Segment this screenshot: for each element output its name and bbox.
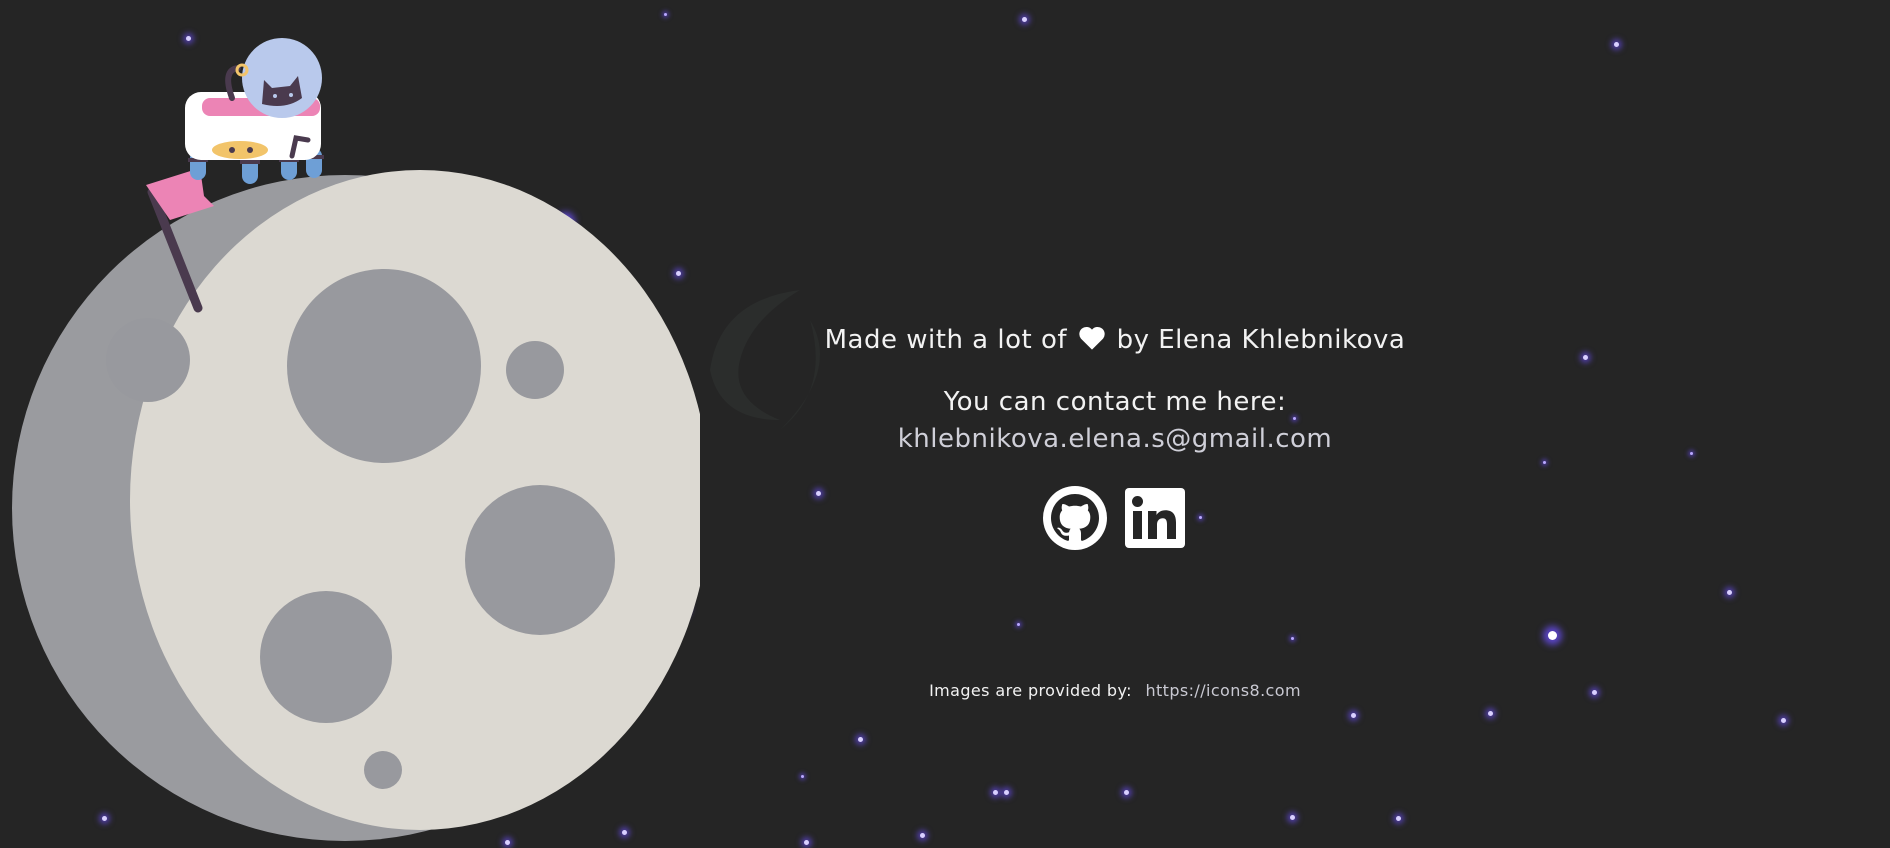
- star: [858, 737, 863, 742]
- linkedin-icon: [1125, 488, 1185, 548]
- star: [1290, 815, 1295, 820]
- star: [1781, 718, 1786, 723]
- star: [1488, 711, 1493, 716]
- star: [801, 775, 804, 778]
- image-credits: Images are provided by: https://icons8.c…: [780, 681, 1450, 700]
- star: [1022, 17, 1027, 22]
- star: [1583, 355, 1588, 360]
- star: [1548, 631, 1557, 640]
- star: [1592, 690, 1597, 695]
- github-link[interactable]: [1042, 485, 1108, 551]
- credits-link[interactable]: https://icons8.com: [1145, 681, 1301, 700]
- star: [1543, 461, 1546, 464]
- moon-cat-astronaut-illustration: [12, 38, 700, 841]
- credits-label: Images are provided by:: [929, 681, 1132, 700]
- star: [1614, 42, 1619, 47]
- star: [993, 790, 998, 795]
- github-icon: [1043, 486, 1107, 550]
- made-with-prefix: Made with a lot of: [824, 325, 1068, 355]
- star: [1351, 713, 1356, 718]
- star: [1727, 590, 1732, 595]
- star: [1124, 790, 1129, 795]
- cat-astronaut-icon: [185, 38, 324, 184]
- star: [804, 840, 809, 845]
- star: [1004, 790, 1009, 795]
- star: [1690, 452, 1693, 455]
- email-link[interactable]: khlebnikova.elena.s@gmail.com: [898, 419, 1333, 459]
- contact-title: You can contact me here:: [943, 387, 1287, 417]
- social-links: [780, 485, 1450, 551]
- contact-section: Made with a lot of by Elena Khlebnikova …: [780, 320, 1450, 700]
- linkedin-link[interactable]: [1122, 485, 1188, 551]
- made-with-love-line: Made with a lot of by Elena Khlebnikova: [780, 320, 1450, 363]
- star: [920, 833, 925, 838]
- heart-icon: [1078, 323, 1106, 363]
- star: [1396, 816, 1401, 821]
- made-with-suffix: by Elena Khlebnikova: [1116, 325, 1406, 355]
